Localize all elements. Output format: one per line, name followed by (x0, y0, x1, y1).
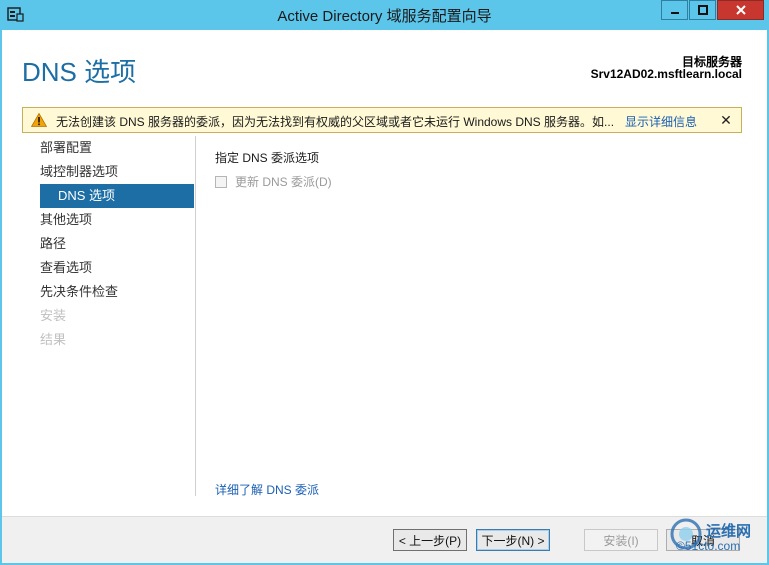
nav-item-deployment-config[interactable]: 部署配置 (40, 136, 194, 160)
nav-item-installation: 安装 (40, 308, 67, 323)
update-dns-delegation-label: 更新 DNS 委派(D) (235, 175, 332, 189)
nav-item-prerequisites[interactable]: 先决条件检查 (40, 280, 194, 304)
next-button[interactable]: 下一步(N) > (476, 529, 550, 551)
close-icon: ✕ (720, 112, 732, 128)
minimize-button[interactable] (661, 0, 688, 20)
watermark-url: ©51cto.com (676, 539, 741, 553)
wizard-content: DNS 选项 目标服务器 Srv12AD02.msftlearn.local 无… (2, 30, 767, 563)
warning-icon (31, 113, 47, 127)
wizard-footer: < 上一步(P) 下一步(N) > 安装(I) 取消 (2, 516, 767, 563)
wizard-nav: 部署配置 域控制器选项 DNS 选项 其他选项 路径 查看选项 先决条件检查 安… (40, 136, 194, 352)
close-window-button[interactable] (717, 0, 764, 20)
nav-item-dc-options[interactable]: 域控制器选项 (40, 160, 194, 184)
warning-text: 无法创建该 DNS 服务器的委派，因为无法找到有权威的父区域或者它未运行 Win… (56, 115, 615, 129)
close-icon (735, 5, 746, 15)
nav-item-paths[interactable]: 路径 (40, 232, 194, 256)
warning-close-button[interactable]: ✕ (718, 111, 734, 129)
target-server-name: Srv12AD02.msftlearn.local (590, 67, 742, 81)
nav-divider (195, 136, 196, 496)
nav-item-results: 结果 (40, 332, 67, 347)
page-title: DNS 选项 (22, 57, 137, 87)
update-dns-delegation-checkbox[interactable] (215, 175, 227, 188)
warning-bar: 无法创建该 DNS 服务器的委派，因为无法找到有权威的父区域或者它未运行 Win… (22, 107, 742, 133)
install-button: 安装(I) (584, 529, 658, 551)
update-dns-delegation-row: 更新 DNS 委派(D) (215, 173, 332, 190)
learn-more-dns-link[interactable]: 详细了解 DNS 委派 (215, 481, 319, 498)
previous-button[interactable]: < 上一步(P) (393, 529, 467, 551)
show-details-link[interactable]: 显示详细信息 (625, 113, 697, 130)
minimize-icon (670, 12, 679, 14)
section-title: 指定 DNS 委派选项 (215, 151, 320, 165)
nav-item-additional-options[interactable]: 其他选项 (40, 208, 194, 232)
wizard-window: Active Directory 域服务配置向导 DNS 选项 目标服务器 Sr… (0, 0, 769, 565)
watermark-text: 运维网 (706, 523, 752, 540)
window-title: Active Directory 域服务配置向导 (277, 8, 492, 25)
title-bar[interactable]: Active Directory 域服务配置向导 (0, 0, 769, 30)
nav-item-dns-options[interactable]: DNS 选项 (40, 184, 194, 208)
maximize-icon (697, 5, 708, 15)
nav-item-review-options[interactable]: 查看选项 (40, 256, 194, 280)
maximize-button[interactable] (689, 0, 716, 20)
